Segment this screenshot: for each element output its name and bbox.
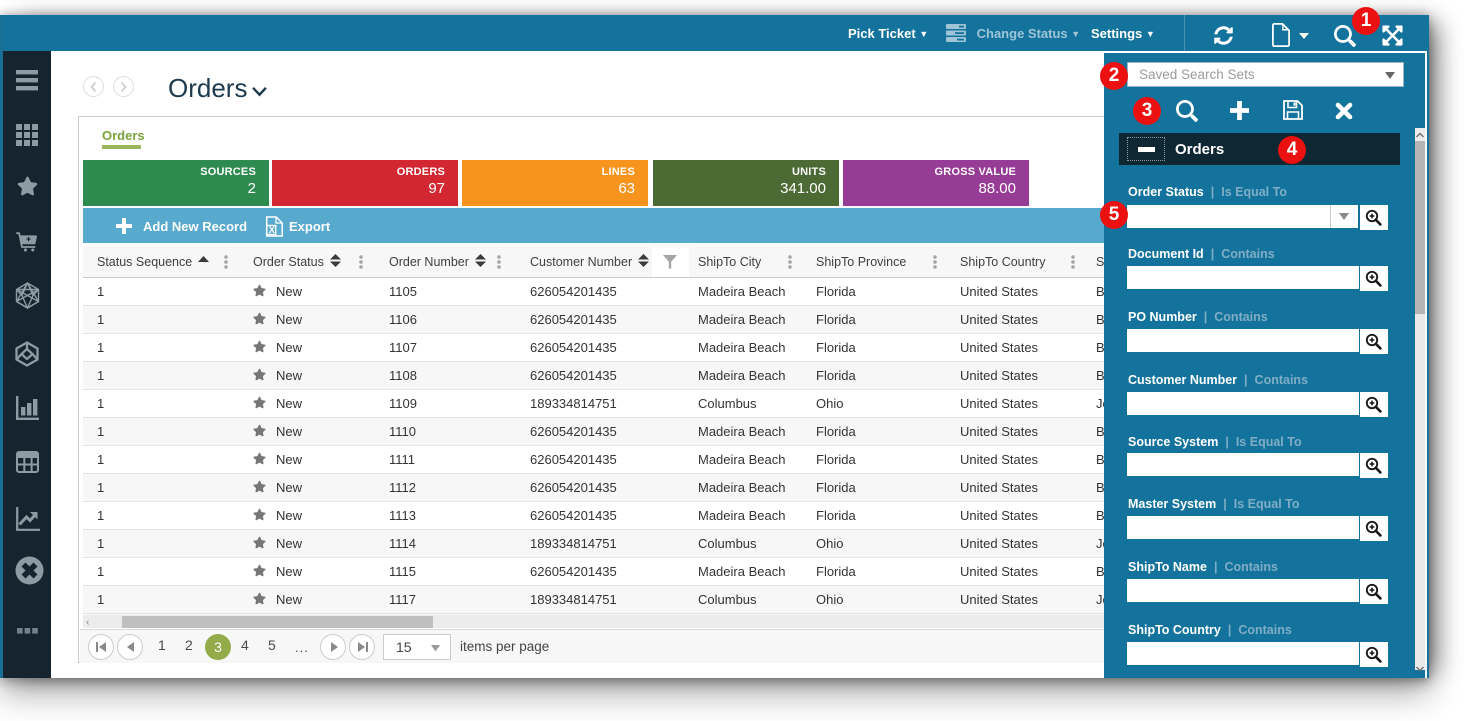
svg-text:X: X [269,225,276,236]
